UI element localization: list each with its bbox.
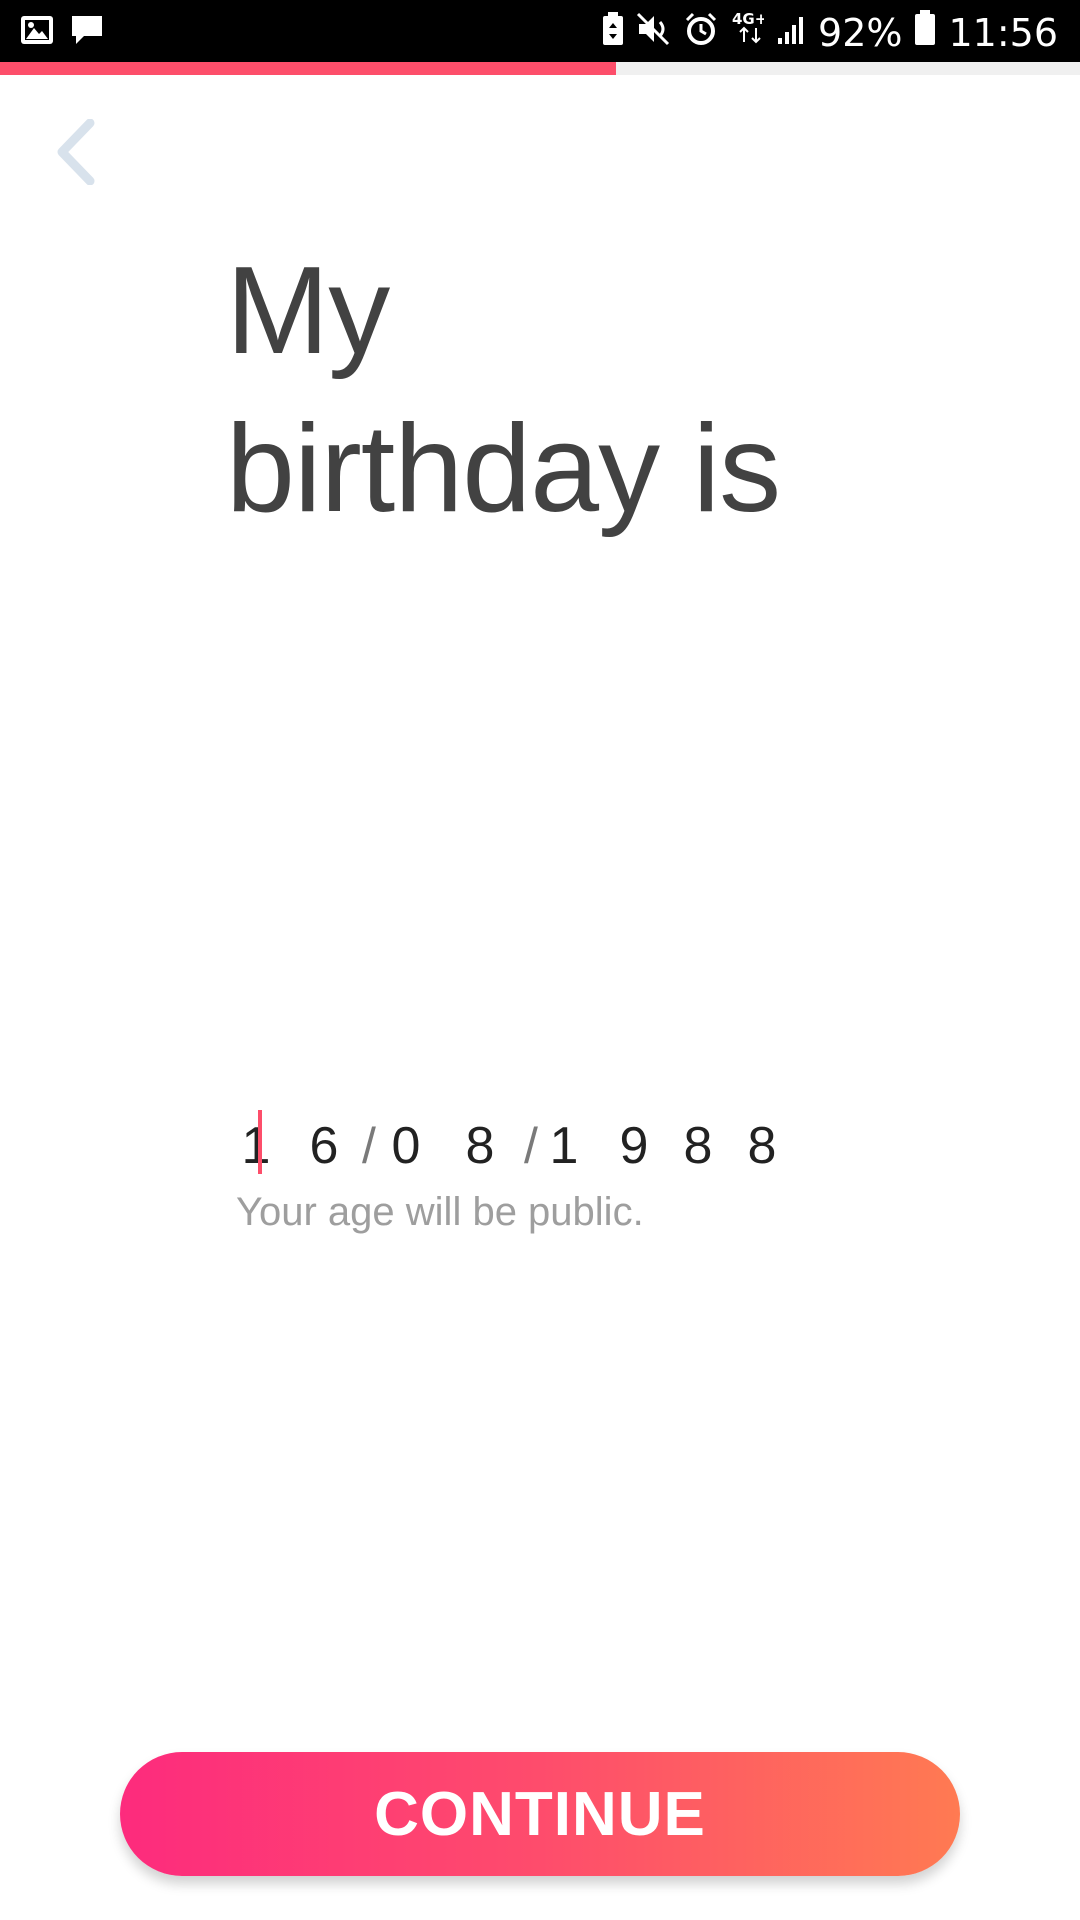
day-digit-2[interactable]: 6	[304, 1116, 344, 1176]
status-left	[20, 14, 104, 51]
message-icon	[70, 14, 104, 51]
battery-percent: 92%	[818, 11, 903, 55]
birthday-input[interactable]: 1 6 / 0 8 / 1 9 8 8	[236, 1110, 856, 1180]
title-line-1: My	[226, 242, 390, 380]
year-digit-4[interactable]: 8	[742, 1116, 782, 1176]
signal-icon	[776, 10, 806, 56]
month-digit-1[interactable]: 0	[386, 1116, 426, 1176]
page-title: My birthday is	[226, 232, 946, 548]
title-line-2: birthday is	[226, 400, 781, 538]
alarm-icon	[684, 10, 718, 56]
back-button[interactable]	[40, 112, 110, 192]
continue-button-label: CONTINUE	[374, 1779, 706, 1849]
screen: 4G+ 92% 11:56 My birthday is 1 6 / 0 8 /…	[0, 0, 1080, 1920]
year-digit-1[interactable]: 1	[544, 1116, 584, 1176]
gallery-icon	[20, 15, 54, 50]
status-right: 4G+ 92% 11:56	[602, 8, 1058, 58]
status-bar: 4G+ 92% 11:56	[0, 0, 1080, 62]
mute-icon	[636, 10, 672, 56]
chevron-left-icon	[57, 119, 95, 185]
age-public-notice: Your age will be public.	[236, 1190, 644, 1234]
network-4g-icon: 4G+	[730, 8, 767, 58]
date-separator-2: /	[524, 1118, 538, 1174]
battery-saver-icon	[602, 10, 624, 56]
month-digit-2[interactable]: 8	[460, 1116, 500, 1176]
battery-icon	[914, 10, 936, 56]
clock-time: 11:56	[948, 11, 1058, 55]
year-digit-2[interactable]: 9	[614, 1116, 654, 1176]
svg-text:4G+: 4G+	[732, 10, 764, 28]
date-separator-1: /	[362, 1118, 376, 1174]
day-digit-1[interactable]: 1	[236, 1116, 276, 1176]
continue-button[interactable]: CONTINUE	[120, 1752, 960, 1876]
progress-fill	[0, 62, 616, 75]
year-digit-3[interactable]: 8	[678, 1116, 718, 1176]
progress-track	[0, 62, 1080, 75]
text-caret	[258, 1110, 262, 1174]
